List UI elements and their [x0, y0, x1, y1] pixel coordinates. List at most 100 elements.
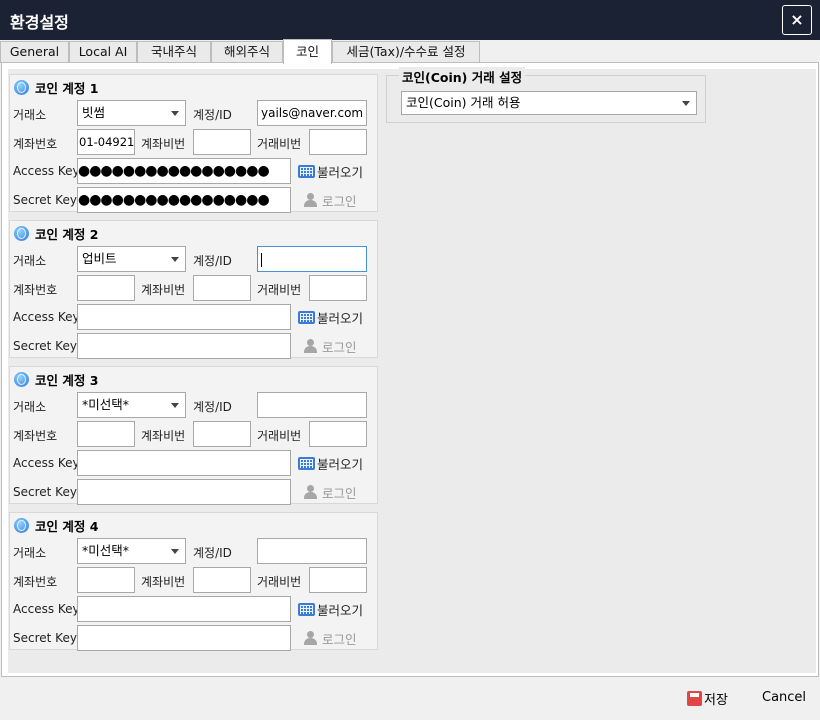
secret-key-input[interactable] — [77, 333, 291, 359]
login-button-label: 로그인 — [322, 632, 357, 647]
account-title: 코인 계정 2 — [35, 226, 99, 242]
chevron-down-icon — [171, 403, 179, 408]
save-button-label: 저장 — [704, 693, 728, 708]
keyboard-icon — [298, 165, 315, 178]
login-button[interactable]: 로그인 — [304, 483, 357, 502]
account-no-input[interactable]: 01-049218 — [77, 129, 135, 155]
account-pw-label: 계좌비번 — [141, 429, 186, 443]
account-no-label: 계좌번호 — [13, 137, 58, 151]
exchange-label: 거래소 — [13, 400, 47, 414]
account-pw-label: 계좌비번 — [141, 575, 186, 589]
coin-trade-select[interactable]: 코인(Coin) 거래 허용 — [401, 91, 697, 115]
coin-settings-area: 코인 계정 1 거래소 빗썸 계정/ID yails@naver.com 계좌번… — [8, 67, 816, 673]
exchange-select[interactable]: 업비트 — [77, 246, 186, 272]
account-id-label: 계정/ID — [193, 254, 232, 268]
exchange-label: 거래소 — [13, 546, 47, 560]
account-id-input[interactable]: yails@naver.com — [257, 100, 367, 126]
secret-key-input[interactable] — [77, 625, 291, 651]
account-id-input[interactable] — [257, 538, 367, 564]
account-pw-label: 계좌비번 — [141, 137, 186, 151]
account-id-input[interactable] — [257, 392, 367, 418]
access-key-label: Access Key — [13, 310, 80, 324]
login-button[interactable]: 로그인 — [304, 191, 357, 210]
account-pw-input[interactable] — [193, 567, 251, 593]
load-button[interactable]: 불러오기 — [298, 454, 363, 473]
account-pw-label: 계좌비번 — [141, 283, 186, 297]
load-button[interactable]: 불러오기 — [298, 162, 363, 181]
trade-pw-input[interactable] — [309, 275, 367, 301]
keyboard-icon — [298, 311, 315, 324]
close-button[interactable]: × — [782, 5, 812, 35]
login-button[interactable]: 로그인 — [304, 337, 357, 356]
tab-foreign-stocks[interactable]: 해외주식 — [211, 41, 283, 63]
dialog-footer: 저장 Cancel — [0, 678, 820, 720]
exchange-value: *미선택* — [82, 543, 130, 558]
trade-pw-label: 거래비번 — [257, 283, 302, 297]
access-key-input[interactable]: ●●●●●●●●●●●●●●●●● — [77, 158, 291, 184]
secret-key-input[interactable]: ●●●●●●●●●●●●●●●●● — [77, 187, 291, 213]
access-key-input[interactable] — [77, 596, 291, 622]
account-no-input[interactable] — [77, 567, 135, 593]
exchange-select[interactable]: *미선택* — [77, 392, 186, 418]
load-button[interactable]: 불러오기 — [298, 600, 363, 619]
tab-local-ai[interactable]: Local AI — [69, 41, 137, 63]
exchange-select[interactable]: 빗썸 — [77, 100, 186, 126]
exchange-value: 빗썸 — [82, 105, 106, 120]
coin-trade-value: 코인(Coin) 거래 허용 — [406, 95, 521, 110]
account-header: 코인 계정 2 — [14, 225, 99, 242]
user-icon — [304, 485, 319, 500]
title-bar: 환경설정 × — [0, 0, 820, 40]
chevron-down-icon — [171, 111, 179, 116]
tab-coin[interactable]: 코인 — [283, 39, 332, 64]
save-button[interactable]: 저장 — [687, 689, 728, 708]
save-icon — [687, 691, 702, 706]
globe-icon — [14, 225, 29, 241]
access-key-input[interactable] — [77, 304, 291, 330]
secret-key-label: Secret Key — [13, 485, 77, 499]
globe-icon — [14, 371, 29, 387]
load-button-label: 불러오기 — [317, 311, 364, 326]
account-pw-input[interactable] — [193, 129, 251, 155]
login-button-label: 로그인 — [322, 486, 357, 501]
tab-tax-fee[interactable]: 세금(Tax)/수수료 설정 — [332, 41, 480, 63]
access-key-label: Access Key — [13, 602, 80, 616]
account-title: 코인 계정 4 — [35, 518, 99, 534]
account-header: 코인 계정 3 — [14, 371, 98, 388]
coin-account-4: 코인 계정 4 거래소 *미선택* 계정/ID 계좌번호 계좌비번 거래비번 A… — [9, 512, 378, 651]
secret-key-label: Secret Key — [13, 631, 77, 645]
account-no-label: 계좌번호 — [13, 283, 58, 297]
tab-domestic-stocks[interactable]: 국내주식 — [137, 41, 211, 63]
account-id-input[interactable] — [257, 246, 367, 272]
keyboard-icon — [298, 457, 315, 470]
exchange-select[interactable]: *미선택* — [77, 538, 186, 564]
account-no-label: 계좌번호 — [13, 575, 58, 589]
exchange-label: 거래소 — [13, 254, 47, 268]
login-button[interactable]: 로그인 — [304, 629, 357, 648]
keyboard-icon — [298, 603, 315, 616]
account-no-input[interactable] — [77, 275, 135, 301]
chevron-down-icon — [171, 257, 179, 262]
text-cursor — [261, 252, 262, 267]
access-key-label: Access Key — [13, 456, 80, 470]
account-header: 코인 계정 1 — [14, 79, 98, 96]
coin-account-3: 코인 계정 3 거래소 *미선택* 계정/ID 계좌번호 계좌비번 거래비번 A… — [9, 366, 378, 505]
globe-icon — [14, 517, 29, 533]
trade-pw-input[interactable] — [309, 567, 367, 593]
account-no-input[interactable] — [77, 421, 135, 447]
account-pw-input[interactable] — [193, 421, 251, 447]
trade-pw-label: 거래비번 — [257, 137, 302, 151]
load-button[interactable]: 불러오기 — [298, 308, 363, 327]
account-pw-input[interactable] — [193, 275, 251, 301]
coin-trade-settings-title: 코인(Coin) 거래 설정 — [399, 67, 526, 86]
trade-pw-input[interactable] — [309, 421, 367, 447]
tab-general[interactable]: General — [0, 41, 69, 63]
trade-pw-input[interactable] — [309, 129, 367, 155]
trade-pw-label: 거래비번 — [257, 575, 302, 589]
settings-panel: 코인 계정 1 거래소 빗썸 계정/ID yails@naver.com 계좌번… — [1, 62, 819, 677]
account-id-label: 계정/ID — [193, 546, 232, 560]
cancel-button[interactable]: Cancel — [762, 690, 806, 705]
secret-key-input[interactable] — [77, 479, 291, 505]
exchange-value: 업비트 — [82, 251, 117, 266]
user-icon — [304, 631, 319, 646]
access-key-input[interactable] — [77, 450, 291, 476]
